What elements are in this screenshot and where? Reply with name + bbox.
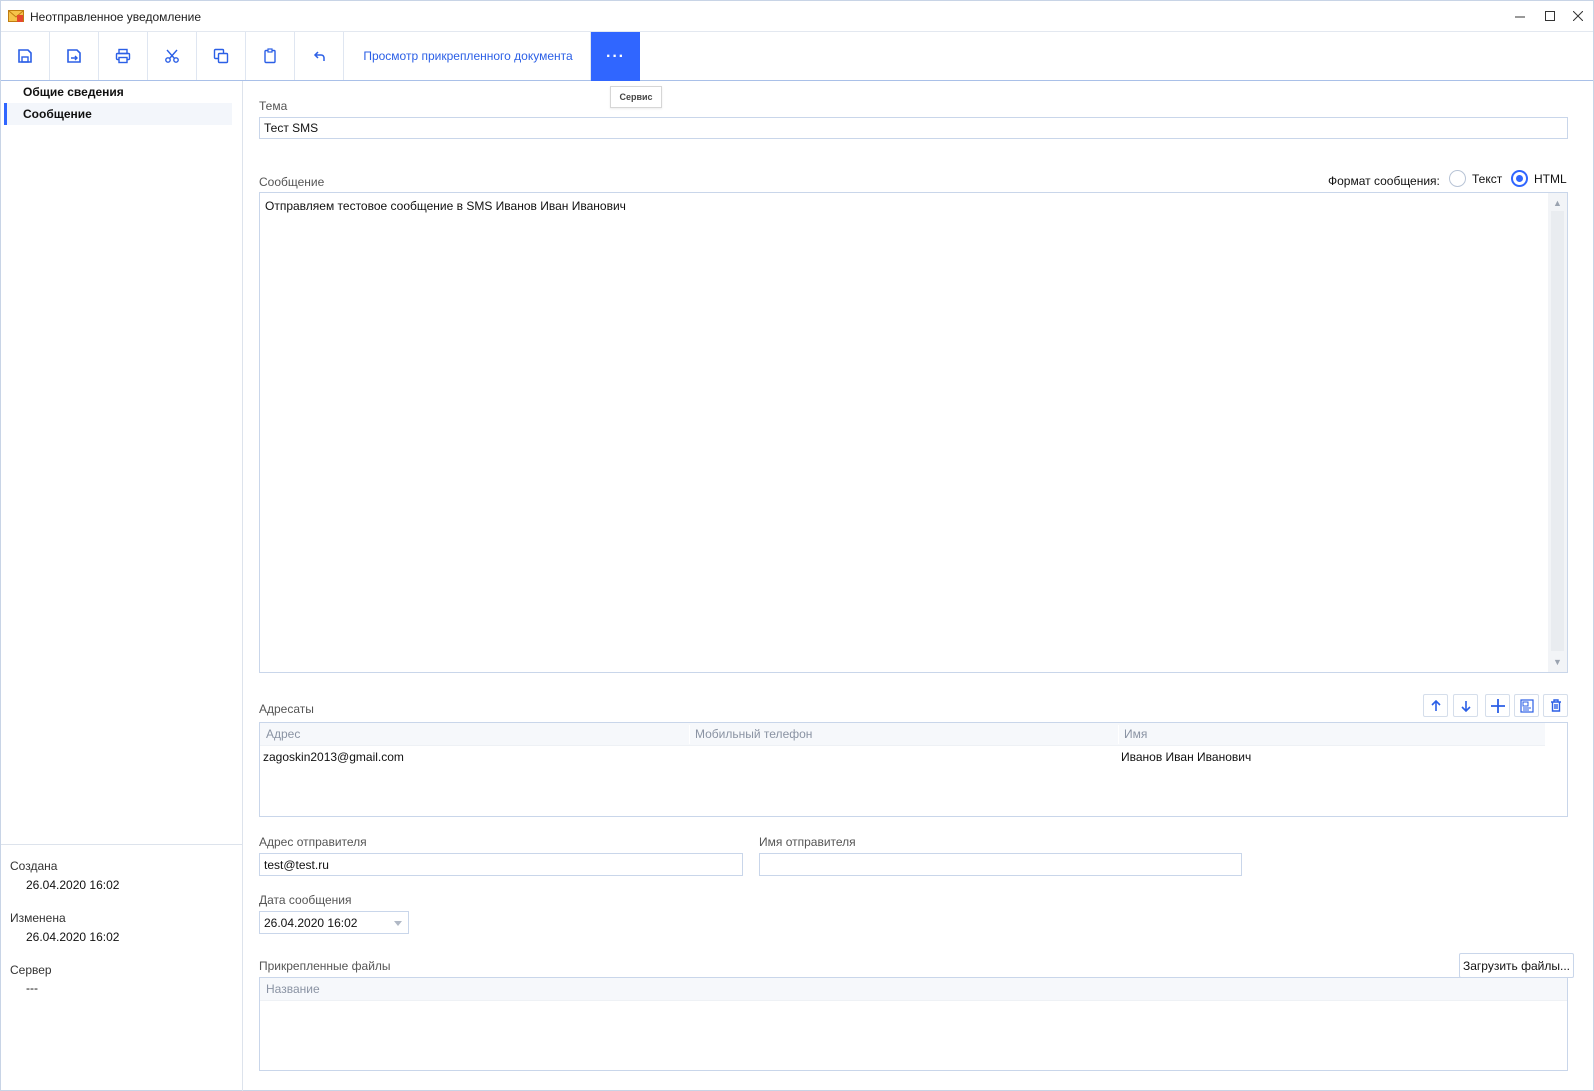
- print-button[interactable]: [99, 32, 148, 80]
- format-html-label: HTML: [1534, 172, 1567, 186]
- recipients-label: Адресаты: [259, 702, 314, 716]
- save-as-icon: [67, 49, 81, 63]
- recipient-address-cell: zagoskin2013@gmail.com: [263, 750, 404, 764]
- attachments-table: Название: [259, 977, 1568, 1071]
- notification-window: Неотправленное уведомление Просмотр прик…: [0, 0, 1594, 1091]
- add-recipient-button[interactable]: [1485, 694, 1510, 717]
- upload-files-button[interactable]: Загрузить файлы...: [1459, 953, 1574, 978]
- address-book-icon: [1519, 698, 1534, 713]
- title-bar: Неотправленное уведомление: [1, 1, 1593, 32]
- subject-input[interactable]: Тест SMS: [259, 117, 1568, 139]
- recipients-table-header: Адрес Мобильный телефон Имя: [260, 723, 1545, 746]
- copy-button[interactable]: [197, 32, 246, 80]
- sender-name-input[interactable]: [759, 853, 1242, 876]
- delete-recipient-button[interactable]: [1543, 694, 1568, 717]
- cut-button[interactable]: [148, 32, 197, 80]
- undo-icon: [313, 51, 325, 61]
- undo-button[interactable]: [295, 32, 344, 80]
- trash-icon: [1550, 699, 1561, 712]
- scroll-thumb[interactable]: [1551, 211, 1564, 651]
- created-value: 26.04.2020 16:02: [26, 878, 120, 892]
- save-button[interactable]: [1, 32, 50, 80]
- attachments-label: Прикрепленные файлы: [259, 959, 391, 973]
- server-value: ---: [26, 981, 38, 995]
- column-title[interactable]: Название: [260, 978, 1560, 1001]
- move-up-button[interactable]: [1423, 694, 1448, 717]
- created-label: Создана: [10, 859, 58, 873]
- arrow-up-icon: [1430, 699, 1441, 711]
- sender-name-label: Имя отправителя: [759, 835, 856, 849]
- minimize-icon: [1515, 16, 1525, 18]
- scroll-up-icon[interactable]: ▲: [1548, 195, 1567, 211]
- format-text-label: Текст: [1472, 172, 1503, 186]
- column-mobile-phone[interactable]: Мобильный телефон: [689, 723, 1118, 746]
- sidebar-item-general[interactable]: Общие сведения: [4, 81, 232, 103]
- sidebar-divider: [1, 844, 242, 845]
- print-icon: [115, 48, 131, 64]
- attachments-table-header: Название: [260, 978, 1567, 1001]
- server-label: Сервер: [10, 963, 52, 977]
- plus-icon: [1490, 698, 1505, 713]
- toolbar: Просмотр прикрепленного документа ···: [1, 32, 1593, 81]
- recipients-table: Адрес Мобильный телефон Имя zagoskin2013…: [259, 722, 1568, 817]
- column-address[interactable]: Адрес: [260, 723, 689, 746]
- paste-button[interactable]: [246, 32, 295, 80]
- window-title: Неотправленное уведомление: [30, 10, 202, 24]
- format-html-radio[interactable]: [1511, 170, 1528, 187]
- sidebar-item-message[interactable]: Сообщение: [4, 103, 232, 125]
- service-tooltip: Сервис: [610, 86, 662, 108]
- modified-label: Изменена: [10, 911, 66, 925]
- scroll-down-icon[interactable]: ▼: [1548, 654, 1567, 670]
- scissors-icon: [165, 49, 179, 63]
- message-label: Сообщение: [259, 175, 325, 189]
- format-text-radio[interactable]: [1449, 170, 1466, 187]
- copy-icon: [213, 48, 229, 64]
- message-date-picker[interactable]: 26.04.2020 16:02: [259, 911, 409, 934]
- column-name[interactable]: Имя: [1118, 723, 1545, 746]
- message-date-label: Дата сообщения: [259, 893, 352, 907]
- save-as-button[interactable]: [50, 32, 99, 80]
- sender-address-input[interactable]: test@test.ru: [259, 853, 743, 876]
- move-down-button[interactable]: [1453, 694, 1478, 717]
- modified-value: 26.04.2020 16:02: [26, 930, 120, 944]
- subject-label: Тема: [259, 99, 288, 113]
- more-button[interactable]: ···: [591, 32, 640, 81]
- message-format-label: Формат сообщения:: [1328, 174, 1440, 188]
- view-attachment-link[interactable]: Просмотр прикрепленного документа: [346, 32, 591, 80]
- clipboard-icon: [264, 48, 276, 64]
- maximize-button[interactable]: [1535, 1, 1565, 31]
- message-scrollbar[interactable]: ▲ ▼: [1548, 193, 1567, 672]
- message-body-text: Отправляем тестовое сообщение в SMS Иван…: [265, 199, 626, 213]
- sidebar: Общие сведения Сообщение Создана 26.04.2…: [1, 81, 243, 1091]
- close-icon: [1573, 11, 1583, 21]
- minimize-button[interactable]: [1505, 1, 1535, 31]
- recipient-name-cell: Иванов Иван Иванович: [1121, 750, 1252, 764]
- close-button[interactable]: [1563, 1, 1593, 31]
- app-envelope-icon: [8, 10, 24, 22]
- maximize-icon: [1545, 11, 1555, 21]
- sender-address-label: Адрес отправителя: [259, 835, 367, 849]
- save-icon: [18, 49, 32, 63]
- message-date-value: 26.04.2020 16:02: [264, 915, 358, 930]
- message-body-editor[interactable]: Отправляем тестовое сообщение в SMS Иван…: [259, 192, 1568, 673]
- chevron-down-icon[interactable]: [394, 921, 402, 926]
- arrow-down-icon: [1460, 700, 1471, 712]
- address-book-button[interactable]: [1514, 694, 1539, 717]
